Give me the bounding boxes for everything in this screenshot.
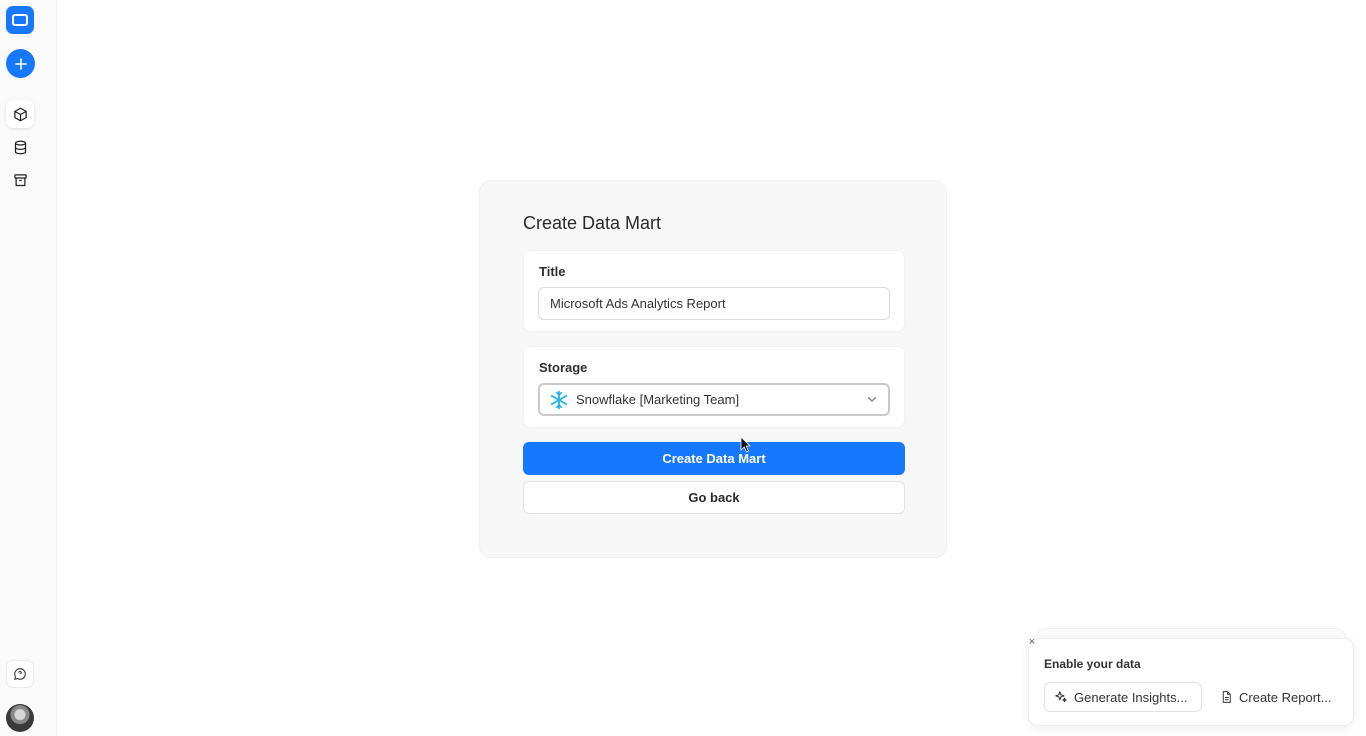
create-report-label: Create Report... xyxy=(1239,689,1332,705)
title-section: Title Microsoft Ads Analytics Report xyxy=(523,250,905,332)
archive-icon xyxy=(13,173,27,186)
chat-help-icon xyxy=(14,668,26,680)
document-icon xyxy=(1222,691,1231,703)
storage-select[interactable]: Snowflake [Marketing Team] xyxy=(538,383,890,416)
storage-select-value: Snowflake [Marketing Team] xyxy=(576,392,740,407)
storage-section: Storage Snowflake [Marketing Team] xyxy=(523,346,905,428)
plus-icon xyxy=(14,57,27,70)
sidebar-item-storage[interactable] xyxy=(6,133,34,161)
mouse-cursor-icon xyxy=(740,436,751,453)
go-back-button[interactable]: Go back xyxy=(523,481,905,514)
app-window: Create Data Mart Title Microsoft Ads Ana… xyxy=(0,0,1366,736)
create-data-mart-card: Create Data Mart Title Microsoft Ads Ana… xyxy=(479,180,947,558)
logo-icon xyxy=(12,14,28,26)
toast-close-button[interactable]: × xyxy=(1024,634,1040,650)
storage-label: Storage xyxy=(539,360,588,375)
title-input-value: Microsoft Ads Analytics Report xyxy=(550,296,726,311)
toast-title: Enable your data xyxy=(1044,657,1141,671)
box-icon xyxy=(13,107,27,121)
database-icon xyxy=(14,140,26,154)
enable-data-toast: Enable your data Generate Insights... Cr… xyxy=(1028,638,1354,726)
title-label: Title xyxy=(539,264,566,279)
sparkles-icon xyxy=(1055,691,1067,703)
sidebar-item-data-marts[interactable] xyxy=(6,100,34,128)
generate-insights-label: Generate Insights... xyxy=(1074,689,1188,705)
help-button[interactable] xyxy=(6,660,34,688)
add-button[interactable] xyxy=(6,49,35,78)
generate-insights-button[interactable]: Generate Insights... xyxy=(1044,682,1202,712)
snowflake-icon xyxy=(550,390,568,409)
app-logo[interactable] xyxy=(6,6,34,34)
chevron-down-icon xyxy=(867,396,877,402)
create-data-mart-button[interactable]: Create Data Mart xyxy=(523,442,905,475)
sidebar-item-archive[interactable] xyxy=(6,166,34,194)
create-report-button[interactable]: Create Report... xyxy=(1211,682,1341,712)
avatar[interactable] xyxy=(6,704,34,732)
page-title: Create Data Mart xyxy=(523,213,662,233)
sidebar xyxy=(0,0,57,736)
title-input[interactable]: Microsoft Ads Analytics Report xyxy=(538,287,890,320)
